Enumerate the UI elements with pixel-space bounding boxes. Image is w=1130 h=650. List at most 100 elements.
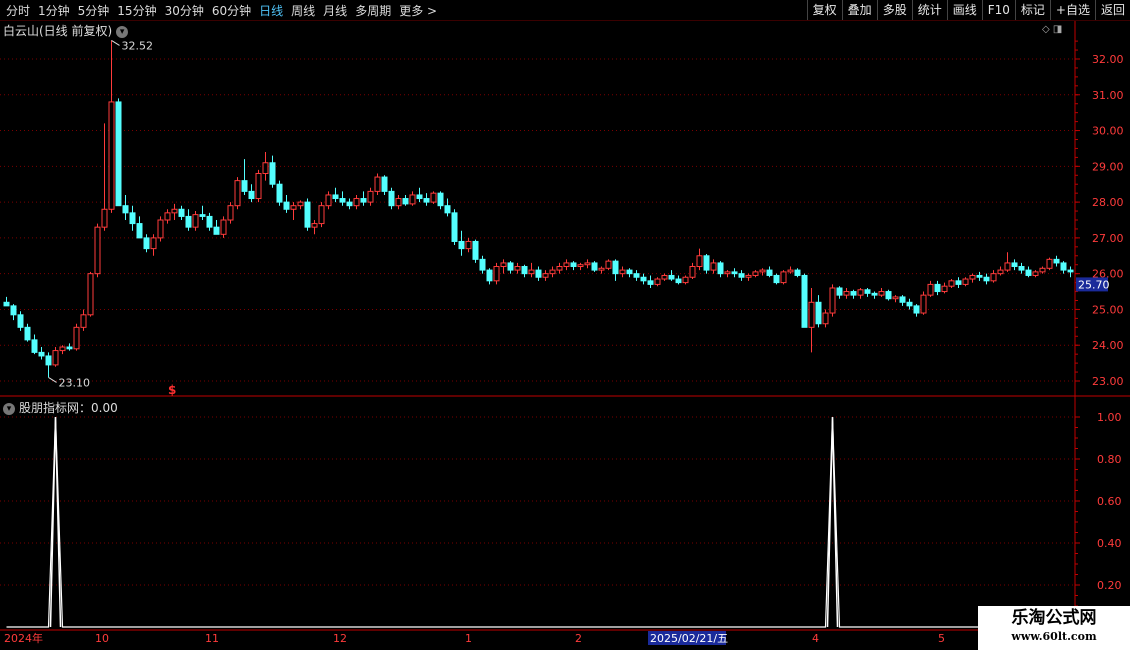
candle <box>500 259 507 274</box>
kline-chart[interactable]: 32.0031.0030.0029.0028.0027.0026.0025.00… <box>0 0 1130 650</box>
candle <box>45 352 52 378</box>
candle-body <box>773 274 780 284</box>
candle <box>591 261 598 272</box>
current-price-tag: 25.70 <box>1076 277 1110 292</box>
x-label-jan: 1 <box>465 632 472 645</box>
candle <box>689 262 696 280</box>
candle <box>570 261 577 271</box>
candle-body <box>66 346 73 350</box>
candle-body <box>549 269 556 275</box>
indicator-title[interactable]: ▾ 股朋指标网：0.00 <box>3 399 118 416</box>
candle <box>717 261 724 278</box>
x-label-oct: 10 <box>95 632 109 645</box>
candle <box>346 198 353 210</box>
candle-body <box>1039 267 1046 273</box>
candle <box>255 169 262 203</box>
candle <box>962 277 969 287</box>
x-label-feb: 2 <box>575 632 582 645</box>
candle-body <box>423 198 430 203</box>
candle-body <box>227 205 234 221</box>
candle-body <box>150 237 157 250</box>
candle-body <box>570 262 577 268</box>
candle <box>787 266 794 274</box>
chevron-down-icon[interactable]: ▾ <box>3 402 15 415</box>
candle-body <box>297 201 304 207</box>
candle-body <box>332 194 339 200</box>
candle-body <box>843 291 850 296</box>
candle-body <box>129 212 136 225</box>
candle <box>80 309 87 331</box>
candle-body <box>1025 269 1032 276</box>
candle-body <box>206 215 213 228</box>
diamond-icon[interactable]: ◇ <box>1042 24 1050 35</box>
candle-body <box>745 274 752 278</box>
candle-body <box>157 219 164 239</box>
candle <box>577 262 584 271</box>
candle <box>521 264 528 278</box>
candle-body <box>521 266 528 275</box>
candle-body <box>815 301 822 325</box>
candle-body <box>997 269 1004 275</box>
candle <box>409 191 416 206</box>
candle <box>997 266 1004 276</box>
candle <box>437 191 444 210</box>
candle <box>325 191 332 210</box>
chevron-down-icon[interactable]: ▾ <box>116 25 129 38</box>
candle <box>17 311 24 331</box>
candle <box>430 191 437 204</box>
candle-body <box>1011 262 1018 268</box>
candle <box>661 273 668 281</box>
candle <box>402 194 409 206</box>
candle-body <box>87 273 94 316</box>
event-marker[interactable]: $ <box>168 383 176 397</box>
candle-body <box>633 273 640 278</box>
candle-body <box>1060 262 1067 271</box>
candle-body <box>822 312 829 325</box>
y-tick-label: 27.00 <box>1092 232 1124 245</box>
candle-body <box>122 205 129 214</box>
candle-body <box>353 198 360 207</box>
candle <box>381 175 388 195</box>
candle-body <box>808 301 815 328</box>
candle <box>906 298 913 310</box>
candle-body <box>199 214 206 217</box>
candle-body <box>710 262 717 271</box>
candle <box>766 266 773 278</box>
chart-title[interactable]: 白云山(日线 前复权) ▾ <box>3 22 129 39</box>
candle <box>647 275 654 288</box>
candle <box>990 270 997 283</box>
candle <box>101 123 108 231</box>
stock-name: 白云山(日线 前复权) <box>3 24 113 38</box>
candle-body <box>794 269 801 276</box>
candle-body <box>500 262 507 268</box>
candle <box>584 259 591 269</box>
y-tick-label: 0.80 <box>1097 453 1122 466</box>
panel-toggle-icon[interactable]: ◨ <box>1053 24 1062 35</box>
candle-body <box>339 198 346 203</box>
candle <box>654 277 661 287</box>
candle <box>332 187 339 203</box>
candle-body <box>3 301 10 307</box>
candle-body <box>59 346 66 352</box>
candle <box>668 270 675 281</box>
candles <box>3 40 1074 378</box>
candle-body <box>143 237 150 250</box>
candle <box>178 205 185 220</box>
candle <box>374 173 381 195</box>
candle-body <box>479 258 486 271</box>
candle <box>1011 259 1018 271</box>
candle <box>108 40 115 213</box>
candle <box>248 184 255 203</box>
candle-body <box>192 214 199 228</box>
candle <box>388 187 395 210</box>
candle-body <box>899 296 906 303</box>
candle <box>276 180 283 206</box>
candle-body <box>514 266 521 271</box>
candle <box>94 223 101 278</box>
price-axis: 32.0031.0030.0029.0028.0027.0026.0025.00… <box>1075 40 1124 388</box>
x-label-nov: 11 <box>205 632 219 645</box>
candle <box>549 266 556 278</box>
candle <box>1053 255 1060 267</box>
candle <box>976 271 983 281</box>
candle-body <box>717 262 724 275</box>
